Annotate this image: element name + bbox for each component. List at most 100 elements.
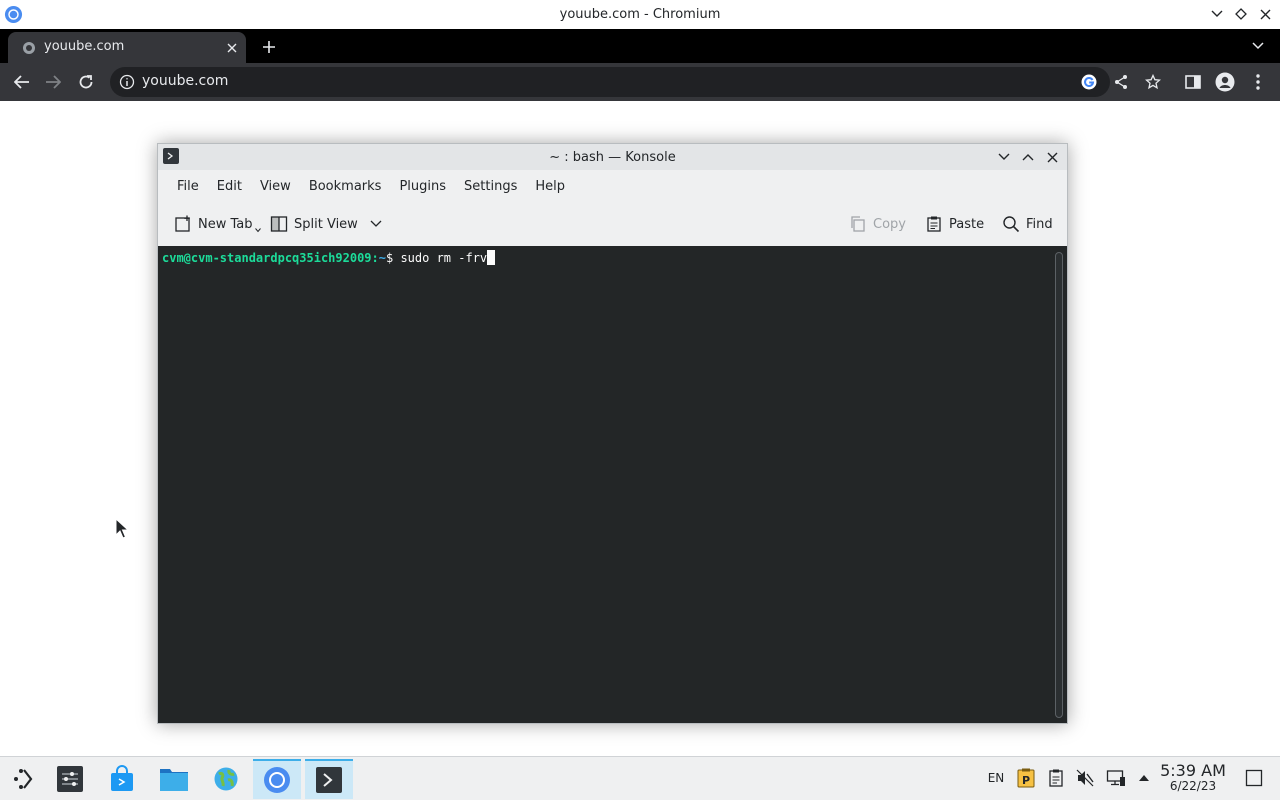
chevron-down-icon <box>1211 10 1223 17</box>
google-lens-icon[interactable] <box>1081 74 1097 90</box>
konsole-toolbar: New Tab Split View Copy Paste Find <box>158 206 1067 242</box>
profile-button[interactable] <box>1215 72 1235 92</box>
keyboard-layout-indicator[interactable]: EN <box>985 767 1007 789</box>
chromium-icon <box>4 5 23 24</box>
maximize-button[interactable] <box>1232 4 1250 24</box>
minimize-button[interactable] <box>1208 4 1226 24</box>
profile-icon <box>1215 72 1235 92</box>
taskbar-file-manager[interactable] <box>150 759 198 799</box>
browser-titlebar: youube.com - Chromium <box>0 0 1280 29</box>
menu-bookmarks[interactable]: Bookmarks <box>300 179 391 194</box>
prompt-path: ~ <box>378 251 386 265</box>
address-bar[interactable]: youube.com <box>110 67 1161 97</box>
split-view-label: Split View <box>294 216 358 232</box>
new-tab-label: New Tab <box>198 216 253 232</box>
chevron-up-icon <box>1139 775 1149 781</box>
side-panel-button[interactable] <box>1183 72 1203 92</box>
clock-time: 5:39 AM <box>1160 761 1226 780</box>
launcher-icon <box>14 769 33 789</box>
mouse-pointer-icon <box>115 518 129 539</box>
tab-title: youube.com <box>44 39 125 54</box>
svg-text:P: P <box>1022 774 1030 787</box>
menu-edit[interactable]: Edit <box>208 179 251 194</box>
new-tab-icon <box>175 215 190 232</box>
forward-button[interactable] <box>43 72 63 92</box>
close-icon <box>1047 152 1057 162</box>
search-icon <box>1003 216 1020 233</box>
paste-label: Paste <box>949 216 985 232</box>
tab-close-button[interactable] <box>224 40 240 56</box>
terminal-prompt-icon <box>167 152 174 160</box>
konsole-close-button[interactable] <box>1043 147 1061 167</box>
menu-file[interactable]: File <box>168 179 208 194</box>
plus-icon <box>263 41 275 53</box>
copy-icon <box>851 216 865 232</box>
arrow-right-icon <box>46 75 61 89</box>
reload-button[interactable] <box>76 72 96 92</box>
volume-muted-icon <box>1076 769 1094 787</box>
tray-clipboard-p[interactable]: P <box>1015 767 1037 789</box>
terminal-scrollbar[interactable] <box>1055 252 1063 718</box>
menu-view[interactable]: View <box>251 179 300 194</box>
tray-expand[interactable] <box>1134 767 1154 789</box>
browser-window-title: youube.com - Chromium <box>559 7 721 22</box>
prompt-colon: : <box>371 251 379 265</box>
bookmark-star-icon[interactable] <box>1145 74 1161 90</box>
copy-label: Copy <box>873 216 906 232</box>
url-text: youube.com <box>142 73 229 89</box>
tab-search-button[interactable] <box>1250 38 1266 54</box>
terminal-view[interactable]: cvm@cvm-standardpcq35ich92009:~$ sudo rm… <box>158 246 1067 723</box>
konsole-window: ~ : bash — Konsole File Edit View Bookma… <box>157 143 1068 724</box>
taskbar-konsole[interactable] <box>305 759 353 799</box>
find-tool-button[interactable]: Find <box>1002 212 1053 236</box>
paste-tool-button[interactable]: Paste <box>925 212 984 236</box>
menu-plugins[interactable]: Plugins <box>390 179 455 194</box>
shopping-bag-icon <box>111 765 133 791</box>
taskbar-system-settings[interactable] <box>46 759 94 799</box>
globe-icon <box>214 767 238 791</box>
tray-clipboard[interactable] <box>1045 767 1067 789</box>
dropdown-indicator-icon <box>254 228 261 233</box>
digital-clock[interactable]: 5:39 AM 6/22/23 <box>1160 761 1226 793</box>
prompt-user-host: cvm@cvm-standardpcq35ich92009 <box>162 251 372 265</box>
tray-network[interactable] <box>1104 767 1128 789</box>
share-icon[interactable] <box>1113 74 1129 90</box>
show-desktop-icon <box>1245 769 1263 787</box>
network-wired-icon <box>1106 770 1125 786</box>
close-window-button[interactable] <box>1256 4 1274 24</box>
split-view-icon <box>270 216 288 232</box>
browser-tab[interactable]: youube.com <box>8 32 246 63</box>
menu-button[interactable] <box>1248 72 1268 92</box>
terminal-icon <box>316 767 342 793</box>
chromium-icon <box>264 767 290 793</box>
clipboard-icon <box>1049 769 1063 787</box>
konsole-titlebar[interactable]: ~ : bash — Konsole <box>158 144 1067 170</box>
folder-icon <box>160 769 188 791</box>
taskbar-chromium[interactable] <box>253 759 301 799</box>
kebab-menu-icon <box>1256 74 1260 90</box>
text-cursor <box>487 250 496 265</box>
show-desktop-button[interactable] <box>1243 767 1265 789</box>
back-button[interactable] <box>12 72 32 92</box>
taskbar-discover[interactable] <box>98 759 146 799</box>
menu-settings[interactable]: Settings <box>455 179 526 194</box>
arrow-left-icon <box>14 75 29 89</box>
pasteboard-icon: P <box>1017 768 1035 788</box>
konsole-minimize-button[interactable] <box>995 147 1013 167</box>
split-view-tool-button[interactable]: Split View <box>270 212 382 236</box>
globe-icon <box>23 42 35 54</box>
application-launcher[interactable] <box>0 759 48 799</box>
browser-toolbar: youube.com <box>0 63 1280 101</box>
konsole-maximize-button[interactable] <box>1019 147 1037 167</box>
chevron-up-icon <box>1022 154 1034 161</box>
copy-tool-button[interactable]: Copy <box>849 212 906 236</box>
new-tab-button[interactable] <box>259 37 279 57</box>
taskbar-web-browser[interactable] <box>202 759 250 799</box>
menu-help[interactable]: Help <box>526 179 574 194</box>
terminal-prompt-line: cvm@cvm-standardpcq35ich92009:~$ sudo rm… <box>162 250 496 265</box>
find-label: Find <box>1026 216 1053 232</box>
konsole-menubar: File Edit View Bookmarks Plugins Setting… <box>158 174 574 198</box>
tray-volume[interactable] <box>1074 767 1096 789</box>
reload-icon <box>79 75 93 89</box>
new-tab-tool-button[interactable]: New Tab <box>174 212 261 236</box>
